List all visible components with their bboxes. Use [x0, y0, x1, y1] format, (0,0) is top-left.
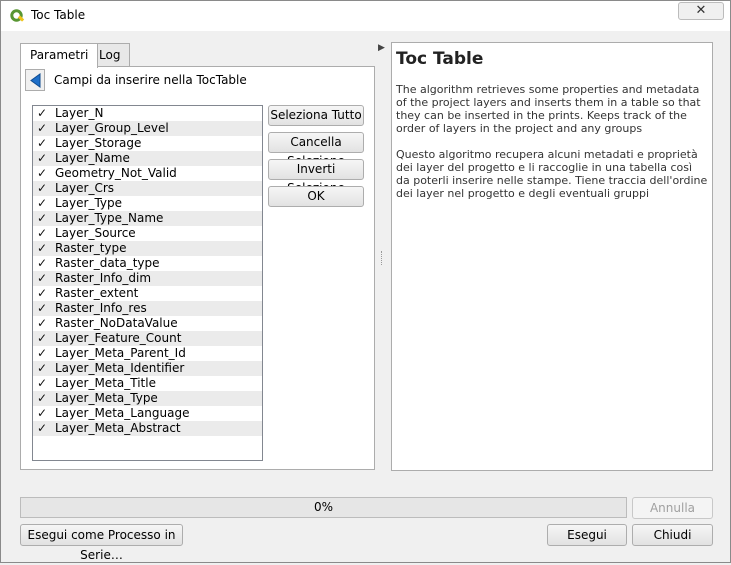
- list-item-label: Layer_Meta_Identifier: [55, 361, 185, 375]
- list-item-label: Raster_extent: [55, 286, 139, 300]
- checkbox[interactable]: ✓: [36, 227, 48, 240]
- ok-button[interactable]: OK: [268, 186, 364, 207]
- back-arrow-icon: [30, 73, 41, 88]
- checkbox[interactable]: ✓: [36, 137, 48, 150]
- dialog-window: Toc Table ✕ Parametri Log Campi da inser…: [0, 0, 731, 563]
- checkbox[interactable]: ✓: [36, 302, 48, 315]
- list-item[interactable]: ✓ Raster_type: [33, 241, 262, 256]
- help-title: Toc Table: [396, 49, 484, 69]
- select-all-button[interactable]: Seleziona Tutto: [268, 105, 364, 126]
- checkbox[interactable]: ✓: [36, 287, 48, 300]
- list-item[interactable]: ✓ Layer_N: [33, 106, 262, 121]
- title-bar: Toc Table ✕: [1, 1, 730, 31]
- checkbox[interactable]: ✓: [36, 212, 48, 225]
- window-close-button[interactable]: ✕: [678, 2, 724, 20]
- list-item[interactable]: ✓ Layer_Meta_Abstract: [33, 421, 262, 436]
- chevron-right-icon[interactable]: ▶: [378, 43, 385, 53]
- checkbox[interactable]: ✓: [36, 122, 48, 135]
- list-item-label: Layer_Group_Level: [55, 121, 169, 135]
- checkbox[interactable]: ✓: [36, 392, 48, 405]
- checkbox[interactable]: ✓: [36, 347, 48, 360]
- list-item[interactable]: ✓ Layer_Feature_Count: [33, 331, 262, 346]
- list-item-label: Layer_Meta_Title: [55, 376, 156, 390]
- checkbox[interactable]: ✓: [36, 272, 48, 285]
- checkbox[interactable]: ✓: [36, 332, 48, 345]
- list-item-label: Layer_Name: [55, 151, 130, 165]
- checkbox[interactable]: ✓: [36, 377, 48, 390]
- list-item[interactable]: ✓ Layer_Crs: [33, 181, 262, 196]
- list-item[interactable]: ✓ Raster_data_type: [33, 256, 262, 271]
- list-item[interactable]: ✓ Raster_Info_dim: [33, 271, 262, 286]
- list-item-label: Layer_Meta_Abstract: [55, 421, 181, 435]
- list-item[interactable]: ✓ Raster_extent: [33, 286, 262, 301]
- help-description-en: The algorithm retrieves some properties …: [396, 83, 701, 135]
- list-item[interactable]: ✓ Raster_NoDataValue: [33, 316, 262, 331]
- qgis-logo-icon: [10, 9, 25, 22]
- help-panel: Toc Table The algorithm retrieves some p…: [391, 42, 713, 471]
- list-item[interactable]: ✓ Geometry_Not_Valid: [33, 166, 262, 181]
- list-item-label: Layer_Meta_Type: [55, 391, 158, 405]
- splitter-handle[interactable]: [381, 251, 384, 265]
- list-item[interactable]: ✓ Layer_Type: [33, 196, 262, 211]
- checkbox[interactable]: ✓: [36, 407, 48, 420]
- list-item-label: Geometry_Not_Valid: [55, 166, 177, 180]
- list-item-label: Layer_Storage: [55, 136, 142, 150]
- list-item[interactable]: ✓ Layer_Meta_Type: [33, 391, 262, 406]
- list-item[interactable]: ✓ Layer_Meta_Language: [33, 406, 262, 421]
- run-as-batch-button[interactable]: Esegui come Processo in Serie…: [20, 524, 183, 562]
- list-item-label: Raster_type: [55, 241, 127, 255]
- list-item-label: Raster_Info_res: [55, 301, 147, 315]
- list-item-label: Layer_Type: [55, 196, 123, 210]
- progress-bar: 0%: [20, 497, 627, 518]
- checkbox[interactable]: ✓: [36, 197, 48, 210]
- checkbox[interactable]: ✓: [36, 362, 48, 375]
- list-item[interactable]: ✓ Raster_Info_res: [33, 301, 262, 316]
- list-item-label: Raster_Info_dim: [55, 271, 152, 285]
- checkbox[interactable]: ✓: [36, 167, 48, 180]
- parameters-panel: Campi da inserire nella TocTable ✓ Layer_…: [20, 66, 375, 470]
- back-button[interactable]: [25, 69, 45, 91]
- checkbox[interactable]: ✓: [36, 257, 48, 270]
- list-item-label: Layer_N: [55, 106, 104, 120]
- list-item[interactable]: ✓ Layer_Meta_Title: [33, 376, 262, 391]
- list-item-label: Layer_Feature_Count: [55, 331, 182, 345]
- list-item-label: Layer_Meta_Parent_Id: [55, 346, 186, 360]
- clear-selection-button[interactable]: Cancella Selezione: [268, 132, 364, 168]
- list-item[interactable]: ✓ Layer_Type_Name: [33, 211, 262, 226]
- list-item-label: Layer_Meta_Language: [55, 406, 190, 420]
- list-item-label: Layer_Crs: [55, 181, 115, 195]
- list-item[interactable]: ✓ Layer_Meta_Parent_Id: [33, 346, 262, 361]
- progress-text: 0%: [313, 500, 334, 514]
- panel-title: Campi da inserire nella TocTable: [54, 73, 247, 87]
- checkbox[interactable]: ✓: [36, 152, 48, 165]
- list-item[interactable]: ✓ Layer_Group_Level: [33, 121, 262, 136]
- checkbox[interactable]: ✓: [36, 182, 48, 195]
- checkbox[interactable]: ✓: [36, 317, 48, 330]
- invert-selection-button[interactable]: Inverti Selezione: [268, 159, 364, 195]
- list-item-label: Layer_Type_Name: [55, 211, 164, 225]
- checkbox[interactable]: ✓: [36, 107, 48, 120]
- window-title: Toc Table: [31, 8, 86, 22]
- checkbox[interactable]: ✓: [36, 242, 48, 255]
- list-item[interactable]: ✓ Layer_Storage: [33, 136, 262, 151]
- checkbox[interactable]: ✓: [36, 422, 48, 435]
- list-item-label: Raster_data_type: [55, 256, 160, 270]
- cancel-button[interactable]: Annulla: [632, 497, 713, 519]
- close-button[interactable]: Chiudi: [632, 524, 713, 546]
- list-item-label: Raster_NoDataValue: [55, 316, 178, 330]
- list-item-label: Layer_Source: [55, 226, 136, 240]
- tab-parametri[interactable]: Parametri: [20, 43, 99, 68]
- list-item[interactable]: ✓ Layer_Name: [33, 151, 262, 166]
- run-button[interactable]: Esegui: [547, 524, 627, 546]
- list-item[interactable]: ✓ Layer_Meta_Identifier: [33, 361, 262, 376]
- help-description-it: Questo algoritmo recupera alcuni metadat…: [396, 148, 708, 200]
- list-item[interactable]: ✓ Layer_Source: [33, 226, 262, 241]
- fields-checklist[interactable]: ✓ Layer_N ✓ Layer_Group_Level ✓ Layer_Storage…: [32, 105, 263, 461]
